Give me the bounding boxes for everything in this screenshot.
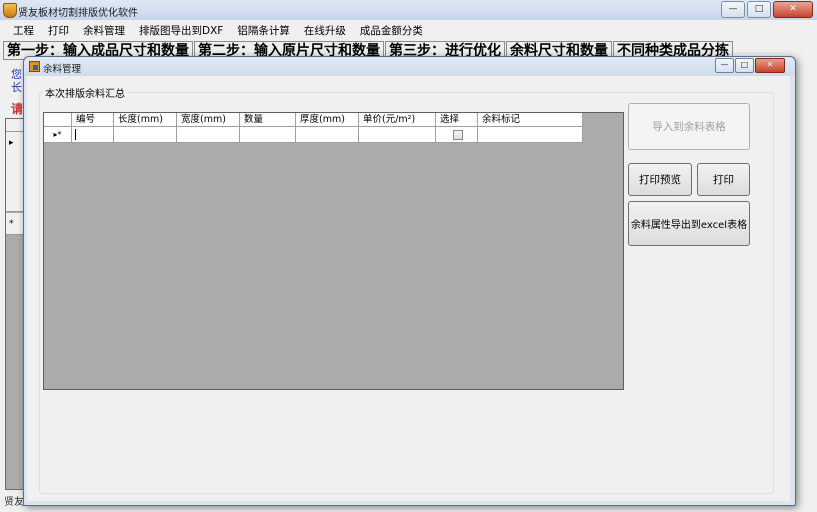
column-header-quantity[interactable]: 数量 (240, 113, 296, 127)
main-grid-new-row[interactable]: * (6, 213, 24, 235)
dialog-title: 余料管理 (43, 64, 82, 75)
cell-remnant-mark[interactable] (478, 127, 583, 143)
menu-remnant-management[interactable]: 余料管理 (76, 23, 132, 38)
dialog-window-controls: — □ ✕ (714, 58, 785, 73)
remnant-management-dialog: 余料管理 — □ ✕ 本次排版余料汇总 编号 长度(mm) 宽度(mm) 数量 … (23, 56, 796, 506)
print-button[interactable]: 打印 (697, 163, 750, 196)
menu-online-upgrade[interactable]: 在线升级 (297, 23, 353, 38)
column-header-thickness[interactable]: 厚度(mm) (296, 113, 359, 127)
maximize-button[interactable]: □ (747, 1, 771, 18)
main-right-area (793, 40, 817, 494)
row-header-marker[interactable]: ▸* (44, 127, 72, 143)
main-info-line-2: 长 (11, 81, 22, 94)
cell-unit-price[interactable] (359, 127, 436, 143)
column-header-id[interactable]: 编号 (72, 113, 114, 127)
remnant-summary-label: 本次排版余料汇总 (43, 85, 127, 100)
select-checkbox[interactable] (453, 129, 463, 140)
main-titlebar: 贤友板材切割排版优化软件 — □ ✕ (0, 0, 817, 21)
remnant-grid-header: 编号 长度(mm) 宽度(mm) 数量 厚度(mm) 单价(元/m²) 选择 余… (44, 113, 583, 127)
dialog-maximize-button[interactable]: □ (735, 58, 754, 73)
main-prompt-text: 请 (11, 102, 24, 116)
cell-thickness[interactable] (296, 127, 359, 143)
column-header-length[interactable]: 长度(mm) (114, 113, 177, 127)
column-header-width[interactable]: 宽度(mm) (177, 113, 240, 127)
column-header-unit-price[interactable]: 单价(元/m²) (359, 113, 436, 127)
cell-id[interactable] (72, 127, 114, 143)
cell-select (436, 127, 478, 143)
dialog-close-button[interactable]: ✕ (755, 58, 785, 73)
remnant-data-grid[interactable]: 编号 长度(mm) 宽度(mm) 数量 厚度(mm) 单价(元/m²) 选择 余… (43, 112, 624, 390)
export-excel-button[interactable]: 余料属性导出到excel表格 (628, 201, 750, 246)
column-header-select[interactable]: 选择 (436, 113, 478, 127)
dialog-client-area: 本次排版余料汇总 编号 长度(mm) 宽度(mm) 数量 厚度(mm) 单价(元… (27, 76, 790, 501)
cell-width[interactable] (177, 127, 240, 143)
dialog-minimize-button[interactable]: — (715, 58, 734, 73)
dialog-titlebar: 余料管理 — □ ✕ (24, 57, 795, 76)
text-cursor (75, 129, 76, 140)
close-button[interactable]: ✕ (773, 1, 813, 18)
menu-export-dxf[interactable]: 排版图导出到DXF (132, 23, 230, 38)
grid-corner-header (44, 113, 72, 127)
menu-project[interactable]: 工程 (0, 23, 41, 38)
menu-bar: 工程 打印 余料管理 排版图导出到DXF 铝隔条计算 在线升级 成品金额分类 (0, 20, 817, 40)
menu-aluminum-spacer[interactable]: 铝隔条计算 (230, 23, 297, 38)
table-row[interactable]: ▸* (44, 127, 583, 143)
column-header-remnant-mark[interactable]: 余料标记 (478, 113, 583, 127)
main-window-title: 贤友板材切割排版优化软件 (18, 8, 138, 19)
menu-product-amount-classify[interactable]: 成品金额分类 (353, 23, 430, 38)
print-preview-button[interactable]: 打印预览 (628, 163, 692, 196)
menu-print[interactable]: 打印 (41, 23, 76, 38)
cell-length[interactable] (114, 127, 177, 143)
main-grid-header (6, 119, 24, 132)
import-to-remnant-table-button[interactable]: 导入到余料表格 (628, 103, 750, 150)
main-data-grid[interactable]: ▸ * (5, 118, 25, 490)
main-window-controls: — □ ✕ (719, 1, 813, 18)
cell-quantity[interactable] (240, 127, 296, 143)
dialog-app-icon (29, 61, 40, 72)
main-grid-current-row[interactable]: ▸ (6, 132, 24, 212)
app-icon (3, 3, 17, 18)
minimize-button[interactable]: — (721, 1, 745, 18)
